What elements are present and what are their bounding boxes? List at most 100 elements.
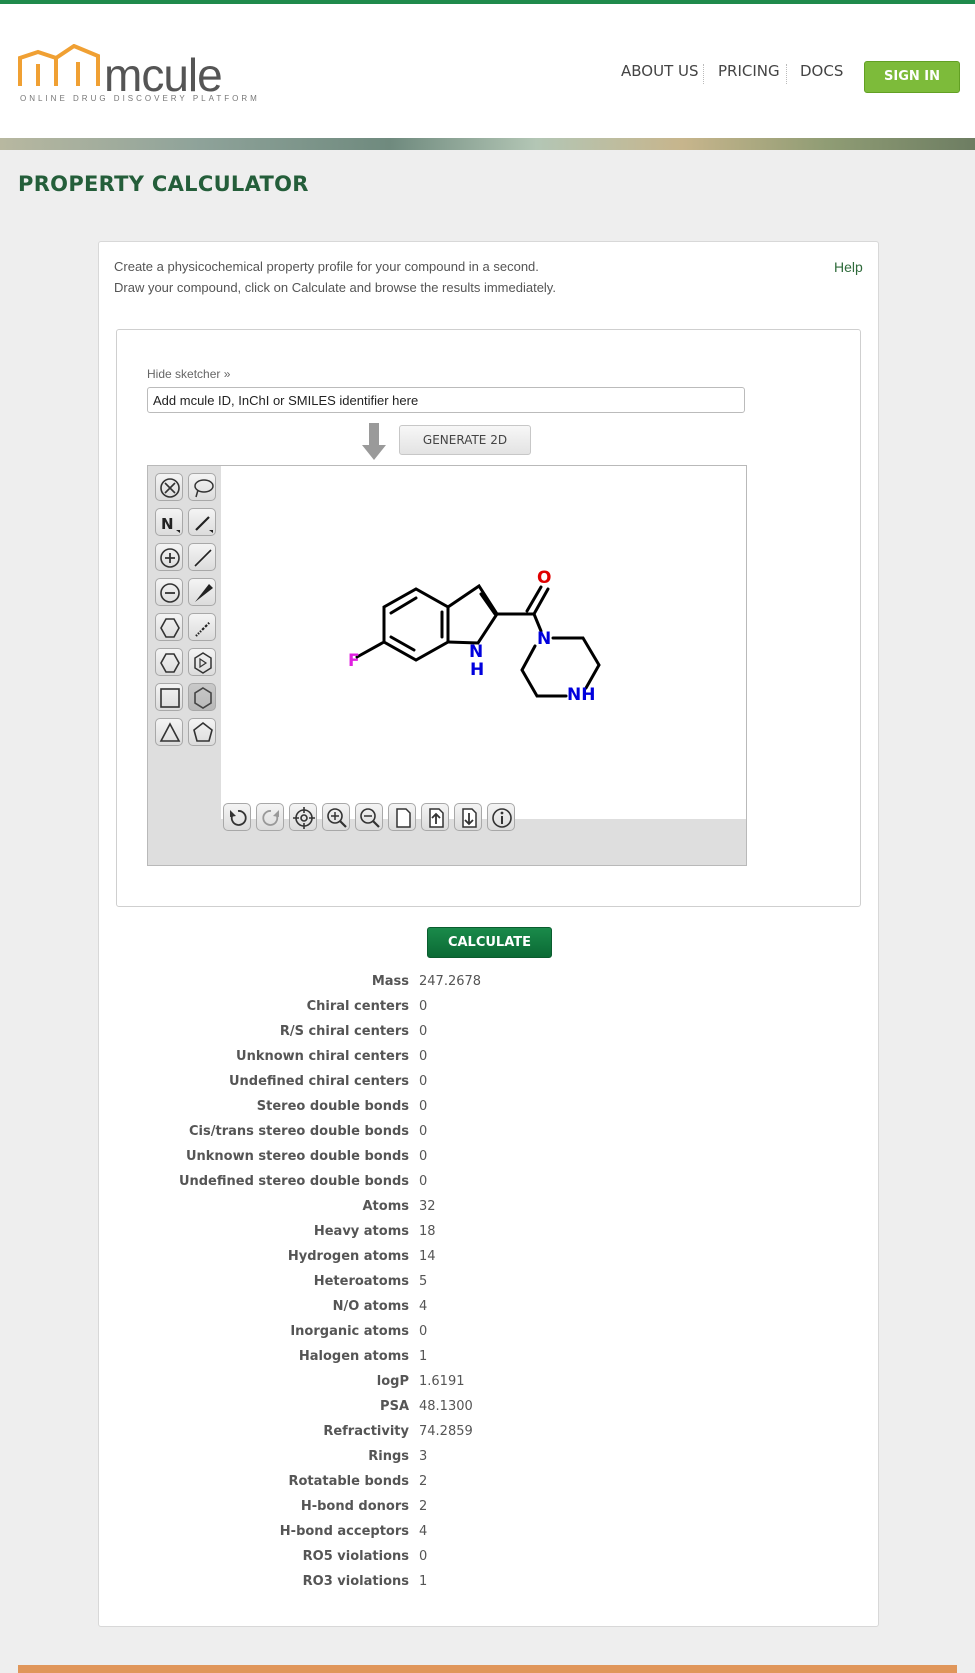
property-value: 2	[419, 1499, 428, 1514]
logo-tagline: ONLINE DRUG DISCOVERY PLATFORM	[20, 94, 260, 103]
property-value: 4	[419, 1299, 428, 1314]
sign-in-button[interactable]: SIGN IN	[864, 61, 960, 93]
zoom-in-icon[interactable]	[322, 803, 350, 831]
property-row: R/S chiral centers 0	[0, 1021, 975, 1046]
down-arrow-icon	[361, 423, 387, 466]
header-banner	[0, 138, 975, 150]
property-row: Atoms 32	[0, 1196, 975, 1221]
delete-icon[interactable]	[155, 473, 183, 501]
property-label: N/O atoms	[332, 1299, 409, 1314]
property-value: 18	[419, 1224, 436, 1239]
property-label: Atoms	[362, 1199, 410, 1214]
identifier-input[interactable]	[147, 387, 745, 413]
cyclopentane-icon[interactable]	[188, 718, 216, 746]
site-header: mcule ONLINE DRUG DISCOVERY PLATFORM ABO…	[0, 4, 975, 138]
help-link[interactable]: Help	[834, 259, 863, 275]
property-value: 0	[419, 1099, 428, 1114]
charge-minus-icon[interactable]	[155, 578, 183, 606]
property-label: Unknown stereo double bonds	[185, 1149, 409, 1164]
redo-icon[interactable]	[256, 803, 284, 831]
undo-icon[interactable]	[223, 803, 251, 831]
property-label: Cis/trans stereo double bonds	[189, 1124, 409, 1139]
property-label: Unknown chiral centers	[236, 1049, 409, 1064]
property-row: Chiral centers 0	[0, 996, 975, 1021]
property-results: Mass 247.2678 Chiral centers 0 R/S chiral ce…	[0, 971, 975, 1596]
property-row: RO3 violations 1	[0, 1571, 975, 1596]
line-bond-icon[interactable]	[188, 543, 216, 571]
cyclobutane-icon[interactable]	[155, 683, 183, 711]
intro-text-line1: Create a physicochemical property profil…	[114, 259, 539, 274]
benzene-icon[interactable]	[188, 648, 216, 676]
property-row: Unknown stereo double bonds 0	[0, 1146, 975, 1171]
property-value: 1	[419, 1574, 428, 1589]
wedge-bond-icon[interactable]	[188, 578, 216, 606]
generate-2d-button[interactable]: GENERATE 2D	[399, 425, 531, 455]
molecule-drawing: F N H O N NH	[348, 568, 601, 705]
property-label: Undefined stereo double bonds	[178, 1174, 409, 1189]
property-label: logP	[376, 1374, 409, 1389]
property-label: RO3 violations	[302, 1574, 409, 1589]
center-icon[interactable]	[289, 803, 317, 831]
import-icon[interactable]	[421, 803, 449, 831]
single-bond-icon[interactable]	[188, 508, 216, 536]
property-label: RO5 violations	[302, 1549, 409, 1564]
property-row: N/O atoms 4	[0, 1296, 975, 1321]
molecule-sketcher: N F N H O N NH	[147, 465, 747, 866]
nav-divider	[703, 64, 704, 84]
property-row: Hydrogen atoms 14	[0, 1246, 975, 1271]
property-label: Heavy atoms	[313, 1224, 409, 1239]
cyclopropane-icon[interactable]	[155, 718, 183, 746]
export-icon[interactable]	[454, 803, 482, 831]
property-row: logP 1.6191	[0, 1371, 975, 1396]
sketch-canvas[interactable]: F N H O N NH	[221, 466, 746, 819]
cyclohexane-ring-icon[interactable]	[155, 648, 183, 676]
property-value: 0	[419, 1549, 428, 1564]
nav-pricing[interactable]: PRICING	[718, 62, 780, 80]
zoom-out-icon[interactable]	[355, 803, 383, 831]
property-label: R/S chiral centers	[279, 1024, 409, 1039]
property-value: 4	[419, 1524, 428, 1539]
mcule-logo[interactable]: mcule ONLINE DRUG DISCOVERY PLATFORM	[18, 43, 257, 103]
property-row: H-bond donors 2	[0, 1496, 975, 1521]
property-row: Heavy atoms 18	[0, 1221, 975, 1246]
property-value: 5	[419, 1274, 428, 1289]
property-label: H-bond donors	[300, 1499, 409, 1514]
property-row: Undefined stereo double bonds 0	[0, 1171, 975, 1196]
property-label: H-bond acceptors	[279, 1524, 409, 1539]
property-label: Inorganic atoms	[290, 1324, 409, 1339]
property-row: Heteroatoms 5	[0, 1271, 975, 1296]
nav-divider	[786, 64, 787, 84]
lasso-icon[interactable]	[188, 473, 216, 501]
property-row: Inorganic atoms 0	[0, 1321, 975, 1346]
atom-icon[interactable]: N	[155, 508, 183, 536]
hash-bond-icon[interactable]	[188, 613, 216, 641]
property-label: PSA	[380, 1399, 409, 1414]
nav-docs[interactable]: DOCS	[800, 62, 843, 80]
property-label: Rotatable bonds	[288, 1474, 409, 1489]
page-title: PROPERTY CALCULATOR	[18, 172, 309, 196]
property-value: 0	[419, 1049, 428, 1064]
property-row: Stereo double bonds 0	[0, 1096, 975, 1121]
property-label: Heteroatoms	[313, 1274, 409, 1289]
property-row: H-bond acceptors 4	[0, 1521, 975, 1546]
calculate-button[interactable]: CALCULATE	[427, 927, 552, 958]
hexagon-icon[interactable]	[188, 683, 216, 711]
property-row: RO5 violations 0	[0, 1546, 975, 1571]
oxygen-label: O	[537, 568, 551, 588]
new-document-icon[interactable]	[388, 803, 416, 831]
nav-about-us[interactable]: ABOUT US	[621, 62, 699, 80]
property-value: 0	[419, 1149, 428, 1164]
property-row: Refractivity 74.2859	[0, 1421, 975, 1446]
hide-sketcher-link[interactable]: Hide sketcher »	[147, 367, 230, 381]
cyclohexane-icon[interactable]	[155, 613, 183, 641]
logo-word: mcule	[104, 49, 223, 101]
property-label: Mass	[371, 974, 409, 989]
property-row: PSA 48.1300	[0, 1396, 975, 1421]
property-label: Hydrogen atoms	[287, 1249, 409, 1264]
indole-h-label: H	[470, 660, 484, 680]
property-value: 2	[419, 1474, 428, 1489]
charge-plus-icon[interactable]	[155, 543, 183, 571]
info-icon[interactable]	[487, 803, 515, 831]
property-value: 0	[419, 1174, 428, 1189]
property-label: Chiral centers	[306, 999, 409, 1014]
